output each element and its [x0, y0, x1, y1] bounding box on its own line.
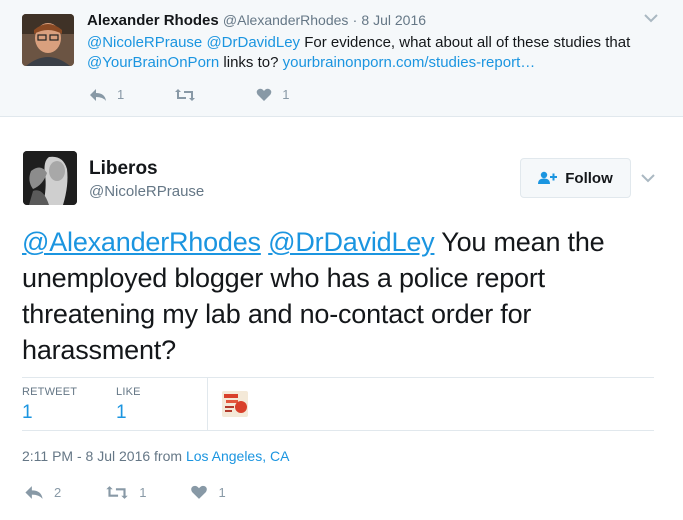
retweet-button[interactable]: 1	[105, 485, 146, 500]
location-link[interactable]: Los Angeles, CA	[186, 448, 290, 464]
reply-icon	[90, 88, 106, 101]
reply-button[interactable]: 2	[24, 485, 61, 500]
chevron-down-icon[interactable]	[643, 12, 659, 24]
liker-avatar[interactable]	[222, 391, 248, 417]
mention-link[interactable]: @AlexanderRhodes	[22, 227, 261, 257]
url-link[interactable]: yourbrainonporn.com/studies-report…	[283, 54, 536, 71]
retweet-stat-value: 1	[22, 402, 33, 423]
like-stat-value: 1	[116, 402, 127, 423]
follow-button[interactable]: Follow	[520, 158, 631, 198]
like-button[interactable]: 1	[256, 87, 289, 102]
like-stat[interactable]: LIKE 1	[116, 386, 141, 424]
retweet-count: 1	[139, 485, 147, 500]
tweet-text-segment: links to?	[219, 54, 283, 71]
main-author-handle[interactable]: @NicoleRPrause	[89, 183, 204, 200]
mention-link[interactable]: @NicoleRPrause	[87, 34, 202, 51]
parent-tweet-actions: 1 1	[89, 87, 339, 102]
timestamp-text[interactable]: 2:11 PM - 8 Jul 2016 from	[22, 448, 186, 464]
parent-tweet[interactable]: Alexander Rhodes @AlexanderRhodes · 8 Ju…	[0, 0, 683, 117]
tweet-stats: RETWEET 1 LIKE 1	[22, 377, 654, 431]
parent-tweet-date[interactable]: 8 Jul 2016	[361, 12, 426, 28]
header-separator: ·	[352, 12, 358, 28]
retweet-stat[interactable]: RETWEET 1	[22, 386, 77, 424]
parent-tweet-header: Alexander Rhodes @AlexanderRhodes · 8 Ju…	[87, 12, 426, 29]
main-tweet-actions: 2 1 1	[24, 485, 276, 500]
mention-link[interactable]: @YourBrainOnPorn	[87, 54, 219, 71]
like-count: 1	[218, 485, 226, 500]
mention-link[interactable]: @DrDavidLey	[268, 227, 434, 257]
like-stat-label: LIKE	[116, 386, 141, 398]
like-count: 1	[282, 87, 290, 102]
parent-author-name[interactable]: Alexander Rhodes	[87, 12, 219, 29]
heart-icon	[191, 485, 208, 499]
main-tweet-text: @AlexanderRhodes @DrDavidLey You mean th…	[22, 224, 662, 368]
main-author-avatar[interactable]	[23, 151, 77, 205]
retweet-button[interactable]	[174, 88, 206, 102]
retweet-stat-label: RETWEET	[22, 386, 78, 398]
reply-icon	[25, 486, 43, 499]
parent-tweet-text: @NicoleRPrause @DrDavidLey For evidence,…	[87, 33, 667, 73]
reply-count: 1	[117, 87, 125, 102]
mention-link[interactable]: @DrDavidLey	[206, 34, 300, 51]
heart-icon	[256, 88, 272, 101]
parent-author-handle[interactable]: @AlexanderRhodes	[223, 12, 349, 28]
tweet-text-segment: For evidence, what about all of these st…	[300, 34, 631, 51]
parent-author-avatar[interactable]	[22, 14, 74, 66]
reply-button[interactable]: 1	[89, 87, 124, 102]
like-button[interactable]: 1	[190, 485, 226, 500]
add-user-icon	[538, 171, 558, 184]
retweet-icon	[175, 88, 196, 101]
tweet-timestamp: 2:11 PM - 8 Jul 2016 from Los Angeles, C…	[22, 448, 289, 464]
chevron-down-icon[interactable]	[640, 172, 656, 184]
reply-count: 2	[54, 485, 62, 500]
retweet-icon	[106, 486, 128, 499]
main-author-name[interactable]: Liberos	[89, 158, 158, 180]
stats-divider	[207, 378, 208, 430]
follow-button-label: Follow	[565, 169, 613, 187]
